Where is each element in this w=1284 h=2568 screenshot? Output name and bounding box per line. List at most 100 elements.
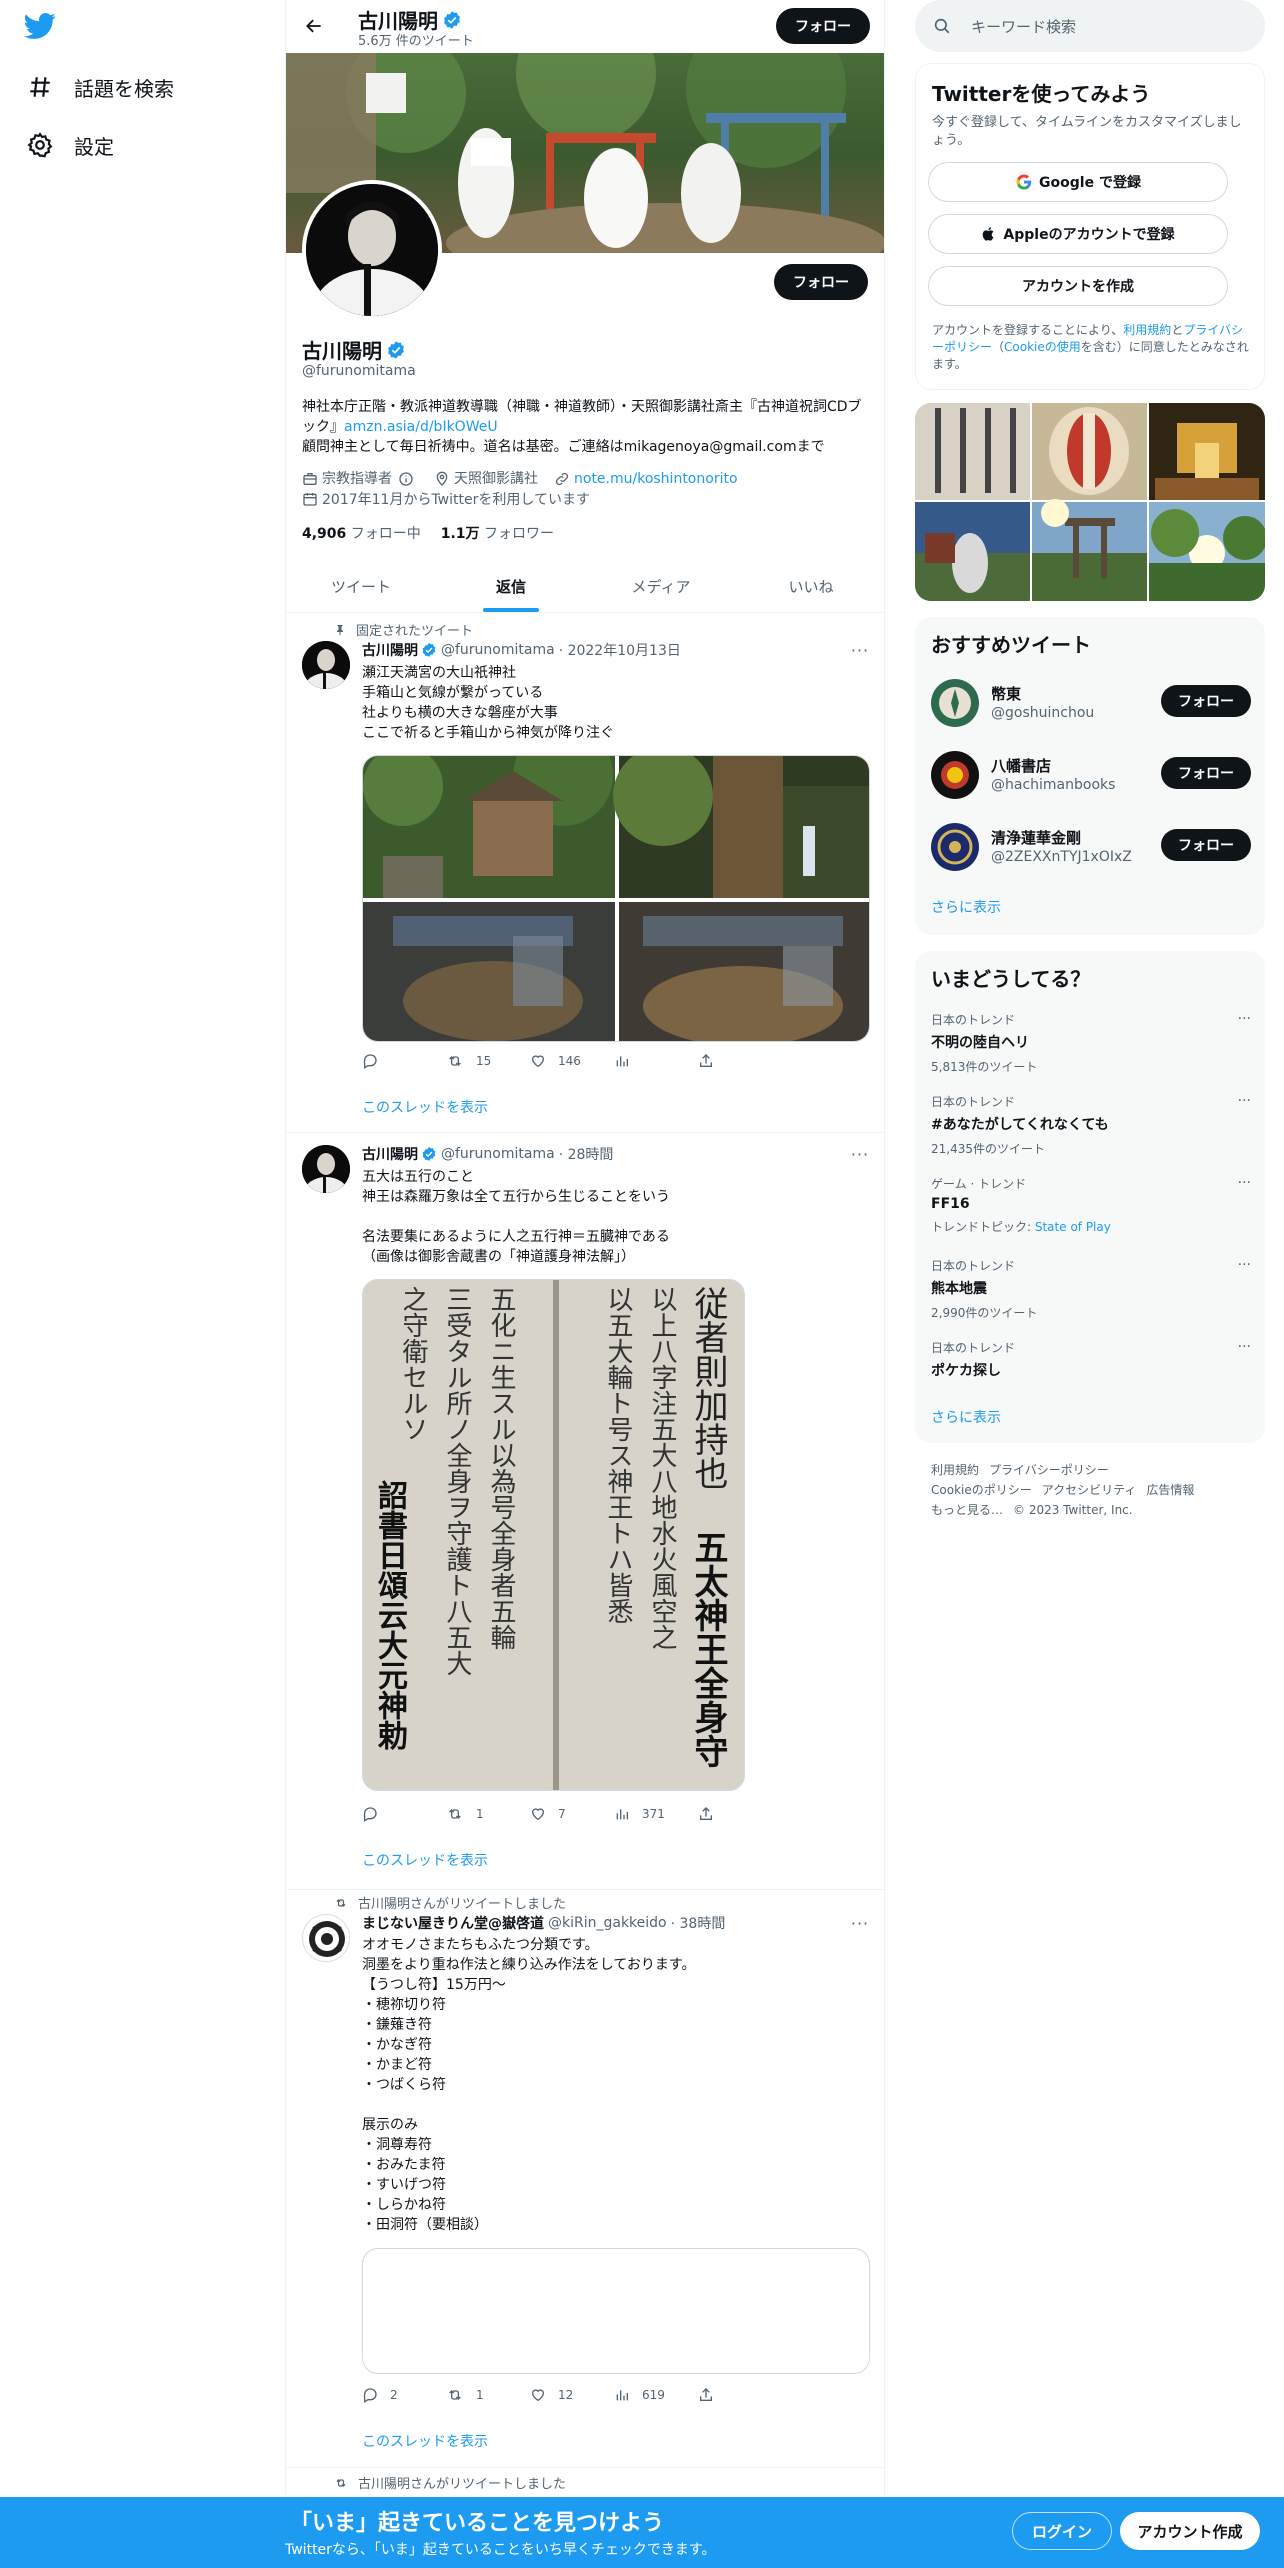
reply-button[interactable] <box>362 1053 446 1069</box>
profile-avatar[interactable] <box>302 180 442 320</box>
trend-item[interactable]: ゲーム · トレンド FF16 トレンドトピック: State of Play … <box>931 1175 1251 1235</box>
tweet-media-manuscript[interactable]: 従者則加持也 五太神王全身守 以上八字注五大八地水火風空之 以五大輪ト号ス神王ト… <box>362 1279 745 1791</box>
cookie-link[interactable]: Cookieの使用 <box>1004 340 1081 354</box>
more-options-icon[interactable]: ··· <box>1238 1093 1251 1109</box>
recommended-account[interactable]: 清浄蓮華金剛 @2ZEXXnTYJ1xOIxZ フォロー <box>931 819 1251 875</box>
tweet-author-name[interactable]: 古川陽明 <box>362 1144 418 1164</box>
tweet-avatar[interactable] <box>302 1145 350 1193</box>
like-button[interactable]: 7 <box>530 1806 614 1822</box>
retweet-button[interactable]: 15 <box>446 1053 530 1069</box>
share-button[interactable] <box>698 1053 782 1069</box>
footer-link[interactable]: アクセシビリティ <box>1042 1483 1137 1497</box>
like-button[interactable]: 12 <box>530 2387 614 2403</box>
signup-button[interactable]: アカウント作成 <box>1120 2512 1260 2550</box>
trend-stat-link[interactable]: State of Play <box>1035 1220 1111 1234</box>
tweet-author-handle[interactable]: @kiRin_gakkeido <box>548 1915 667 1931</box>
show-thread-link[interactable]: このスレッドを表示 <box>362 2431 488 2451</box>
gear-icon <box>24 129 56 161</box>
tweet-date[interactable]: · 38時間 <box>671 1913 726 1933</box>
profile-media-grid[interactable] <box>915 403 1265 601</box>
tweet-author-handle[interactable]: @furunomitama <box>441 1146 555 1162</box>
terms-link[interactable]: 利用規約 <box>1123 323 1171 337</box>
nav-settings[interactable]: 設定 <box>24 123 114 167</box>
trend-item[interactable]: 日本のトレンド 不明の陸自ヘリ 5,813件のツイート ··· <box>931 1011 1251 1075</box>
tweet-date[interactable]: · 28時間 <box>559 1144 614 1164</box>
reply-button[interactable]: 2 <box>362 2387 446 2403</box>
tweet-avatar[interactable] <box>302 641 350 689</box>
share-button[interactable] <box>698 2387 782 2403</box>
share-icon <box>700 1054 712 1067</box>
more-options-icon[interactable]: ··· <box>1238 1257 1251 1273</box>
views-button[interactable]: 619 <box>614 2387 698 2403</box>
footer-link[interactable]: 利用規約 <box>931 1463 979 1477</box>
show-thread-link[interactable]: このスレッドを表示 <box>362 1097 488 1117</box>
footer-link[interactable]: もっと見る… <box>931 1503 1003 1517</box>
trend-item[interactable]: 日本のトレンド ポケカ探し ··· <box>931 1339 1251 1380</box>
views-button[interactable]: 371 <box>614 1806 698 1822</box>
like-button[interactable]: 146 <box>530 1053 614 1069</box>
reply-icon <box>363 2388 377 2403</box>
tab-tweets[interactable]: ツイート <box>286 560 436 612</box>
tab-media[interactable]: メディア <box>586 560 736 612</box>
recommended-follow-button[interactable]: フォロー <box>1161 685 1251 717</box>
more-options-icon[interactable]: ··· <box>1238 1339 1251 1355</box>
tweet-author-handle[interactable]: @furunomitama <box>441 642 555 658</box>
profile-follow-button[interactable]: フォロー <box>774 264 868 300</box>
footer-link[interactable]: プライバシーポリシー <box>989 1463 1109 1477</box>
reply-button[interactable] <box>362 1806 446 1822</box>
profile-website-link[interactable]: note.mu/koshintonorito <box>574 469 738 489</box>
tweet-avatar[interactable] <box>302 1914 350 1962</box>
tweet-author-name[interactable]: 古川陽明 <box>362 640 418 660</box>
twitter-logo-icon[interactable] <box>24 10 68 54</box>
bio-link[interactable]: amzn.asia/d/bIkOWeU <box>344 419 498 435</box>
footer-link[interactable]: 広告情報 <box>1146 1483 1194 1497</box>
trend-item[interactable]: 日本のトレンド #あなたがしてくれなくても 21,435件のツイート ··· <box>931 1093 1251 1157</box>
more-options-icon[interactable]: ··· <box>850 640 870 660</box>
trend-stat: 21,435件のツイート <box>931 1142 1045 1156</box>
views-button[interactable] <box>614 1053 698 1069</box>
back-button[interactable] <box>296 8 332 44</box>
followers-stat[interactable]: 1.1万 フォロワー <box>441 523 554 543</box>
recommended-account[interactable]: 幣東 @goshuinchou フォロー <box>931 675 1251 731</box>
login-button[interactable]: ログイン <box>1012 2512 1112 2550</box>
tweet-item[interactable]: 古川陽明 @furunomitama · 28時間 ··· 五大は五行のこと 神… <box>286 1133 884 1890</box>
info-icon[interactable] <box>398 471 414 487</box>
tweet-item[interactable]: 古川陽明さんがリツイートしました まじない屋きりん堂@嶽啓道 @kiRin_ga… <box>286 1890 884 2468</box>
trends-more-link[interactable]: さらに表示 <box>931 1407 1001 1427</box>
recommended-account[interactable]: 八幡書店 @hachimanbooks フォロー <box>931 747 1251 803</box>
google-signup-button[interactable]: Google で登録 <box>928 162 1228 202</box>
footer-link[interactable]: Cookieのポリシー <box>931 1483 1032 1497</box>
nav-explore[interactable]: 話題を検索 <box>24 65 174 109</box>
profile-stats: 4,906 フォロー中 1.1万 フォロワー <box>302 523 554 543</box>
create-account-button[interactable]: アカウントを作成 <box>928 266 1228 306</box>
more-options-icon[interactable]: ··· <box>1238 1175 1251 1191</box>
tweet-item[interactable]: 固定されたツイート 古川陽明 @furunomitama · 2022年10月1… <box>286 613 884 1133</box>
header-follow-button[interactable]: フォロー <box>776 8 870 44</box>
tweet-date[interactable]: · 2022年10月13日 <box>559 640 681 660</box>
recommended-follow-button[interactable]: フォロー <box>1161 829 1251 861</box>
tab-likes[interactable]: いいね <box>736 560 884 612</box>
tweet-author-name[interactable]: まじない屋きりん堂@嶽啓道 <box>362 1913 544 1933</box>
apple-signup-button[interactable]: Appleのアカウントで登録 <box>928 214 1228 254</box>
search-input[interactable]: キーワード検索 <box>915 0 1265 52</box>
profile-location-text: 天照御影講社 <box>454 471 538 487</box>
recommended-follow-button[interactable]: フォロー <box>1161 757 1251 789</box>
following-stat[interactable]: 4,906 フォロー中 <box>302 523 421 543</box>
retweet-button[interactable]: 1 <box>446 2387 530 2403</box>
show-thread-link[interactable]: このスレッドを表示 <box>362 1850 488 1870</box>
tweet-media-grid[interactable] <box>362 755 870 1042</box>
tweet-media-placeholder[interactable] <box>362 2248 870 2374</box>
trend-item[interactable]: 日本のトレンド 熊本地震 2,990件のツイート ··· <box>931 1257 1251 1321</box>
retweet-button[interactable]: 1 <box>446 1806 530 1822</box>
more-options-icon[interactable]: ··· <box>850 1144 870 1164</box>
tab-replies[interactable]: 返信 <box>436 560 586 612</box>
more-options-icon[interactable]: ··· <box>1238 1011 1251 1027</box>
profile-joined: 2017年11月からTwitterを利用しています <box>302 489 590 509</box>
retweet-icon <box>449 2390 461 2400</box>
media-thumb-2 <box>1032 403 1147 500</box>
recommend-more-link[interactable]: さらに表示 <box>931 897 1001 917</box>
more-options-icon[interactable]: ··· <box>850 1913 870 1933</box>
retweet-count: 1 <box>476 2388 484 2402</box>
hashtag-icon <box>24 71 56 103</box>
share-button[interactable] <box>698 1806 782 1822</box>
